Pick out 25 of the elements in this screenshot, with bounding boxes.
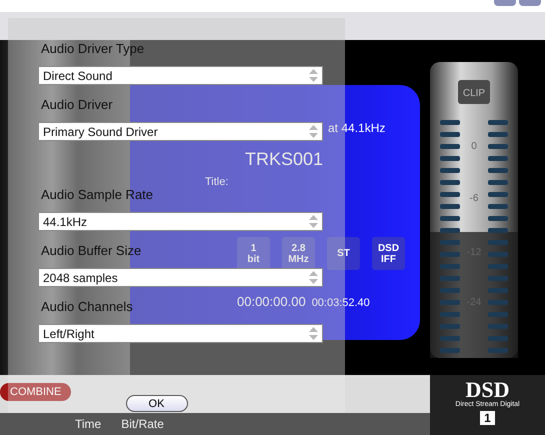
format-badge: 2.8 MHz: [282, 237, 315, 270]
combine-button[interactable]: COMBINE: [0, 383, 72, 401]
meter-scale-label: -6: [470, 193, 478, 204]
number-badge: 1: [480, 411, 495, 425]
column-header[interactable]: Bit/Rate: [121, 417, 164, 431]
status-text: at 44.1kHz: [328, 121, 386, 135]
dropdown[interactable]: 2048 samples: [38, 268, 323, 287]
setting-label: Audio Sample Rate: [41, 187, 154, 202]
ok-button[interactable]: OK: [126, 395, 188, 412]
setting-label: Audio Driver: [41, 97, 113, 112]
dropdown[interactable]: Direct Sound: [38, 66, 323, 85]
logo-text: DSD: [465, 379, 510, 401]
column-header[interactable]: Time: [75, 417, 102, 431]
format-badge: 1 bit: [237, 237, 270, 270]
track-field-label: Title:: [205, 176, 230, 188]
dropdown[interactable]: Primary Sound Driver: [38, 122, 323, 141]
dropdown[interactable]: 44.1kHz: [38, 212, 323, 231]
dropdown[interactable]: Left/Right: [38, 324, 323, 343]
track-name: TRKS001: [245, 149, 324, 170]
meter-scale-label: 0: [471, 141, 477, 152]
setting-label: Audio Buffer Size: [41, 243, 142, 258]
format-badge: DSD IFF: [372, 237, 405, 270]
clip-label: CLIP: [462, 88, 486, 99]
time-readout: 00:00:00.00: [237, 294, 306, 309]
setting-label: Audio Driver Type: [41, 41, 144, 56]
